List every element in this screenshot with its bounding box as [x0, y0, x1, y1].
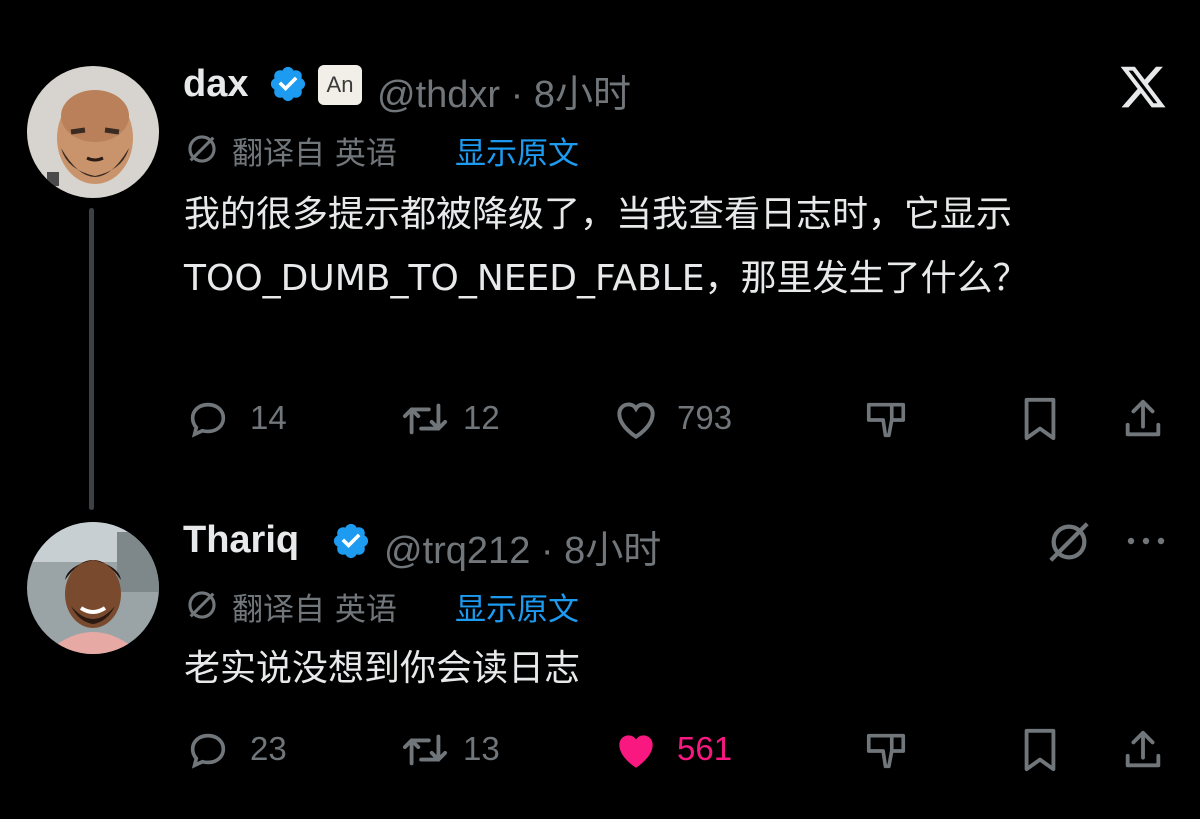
verified-icon: [268, 64, 308, 104]
like-button-active[interactable]: [610, 725, 662, 775]
retweet-button[interactable]: [398, 727, 452, 773]
downvote-icon[interactable]: [862, 397, 910, 443]
like-count: 793: [677, 399, 733, 436]
reply-button[interactable]: [185, 396, 231, 442]
translated-from-label: 翻译自 英语: [232, 592, 397, 628]
translate-icon: [185, 132, 219, 166]
reply-count: 14: [250, 399, 287, 436]
show-original-link[interactable]: 显示原文: [455, 128, 579, 173]
thread-connector-line: [89, 208, 94, 510]
like-count: 561: [677, 730, 733, 767]
handle-and-time[interactable]: @trq212 · 8小时: [384, 519, 661, 574]
author-name[interactable]: Thariq: [183, 519, 299, 562]
author-name[interactable]: dax: [183, 63, 248, 106]
more-icon[interactable]: [1124, 529, 1168, 553]
share-icon[interactable]: [1120, 396, 1166, 442]
grok-icon[interactable]: [1046, 519, 1092, 565]
tweet-text: 老实说没想到你会读日志: [184, 648, 581, 689]
bookmark-icon[interactable]: [1019, 727, 1061, 773]
tweet-text: 我的很多提示都被降级了，当我查看日志时，它显示 TOO_DUMB_TO_NEED…: [184, 194, 1029, 299]
like-button[interactable]: [610, 394, 662, 444]
translate-icon: [185, 588, 219, 622]
retweet-count: 12: [463, 399, 500, 436]
avatar-thariq[interactable]: [27, 522, 159, 654]
avatar-dax[interactable]: [27, 66, 159, 198]
translated-from-label: 翻译自 英语: [232, 136, 397, 172]
x-logo-icon[interactable]: [1118, 62, 1168, 112]
reply-count: 23: [250, 730, 287, 767]
reply-button[interactable]: [185, 727, 231, 773]
retweet-button[interactable]: [398, 396, 452, 442]
bookmark-icon[interactable]: [1019, 396, 1061, 442]
downvote-icon[interactable]: [862, 728, 910, 774]
affiliate-badge[interactable]: An: [318, 65, 362, 105]
retweet-count: 13: [463, 730, 500, 767]
verified-icon: [331, 521, 371, 561]
handle-and-time[interactable]: @thdxr · 8小时: [377, 63, 631, 118]
share-icon[interactable]: [1120, 727, 1166, 773]
show-original-link[interactable]: 显示原文: [455, 584, 579, 629]
